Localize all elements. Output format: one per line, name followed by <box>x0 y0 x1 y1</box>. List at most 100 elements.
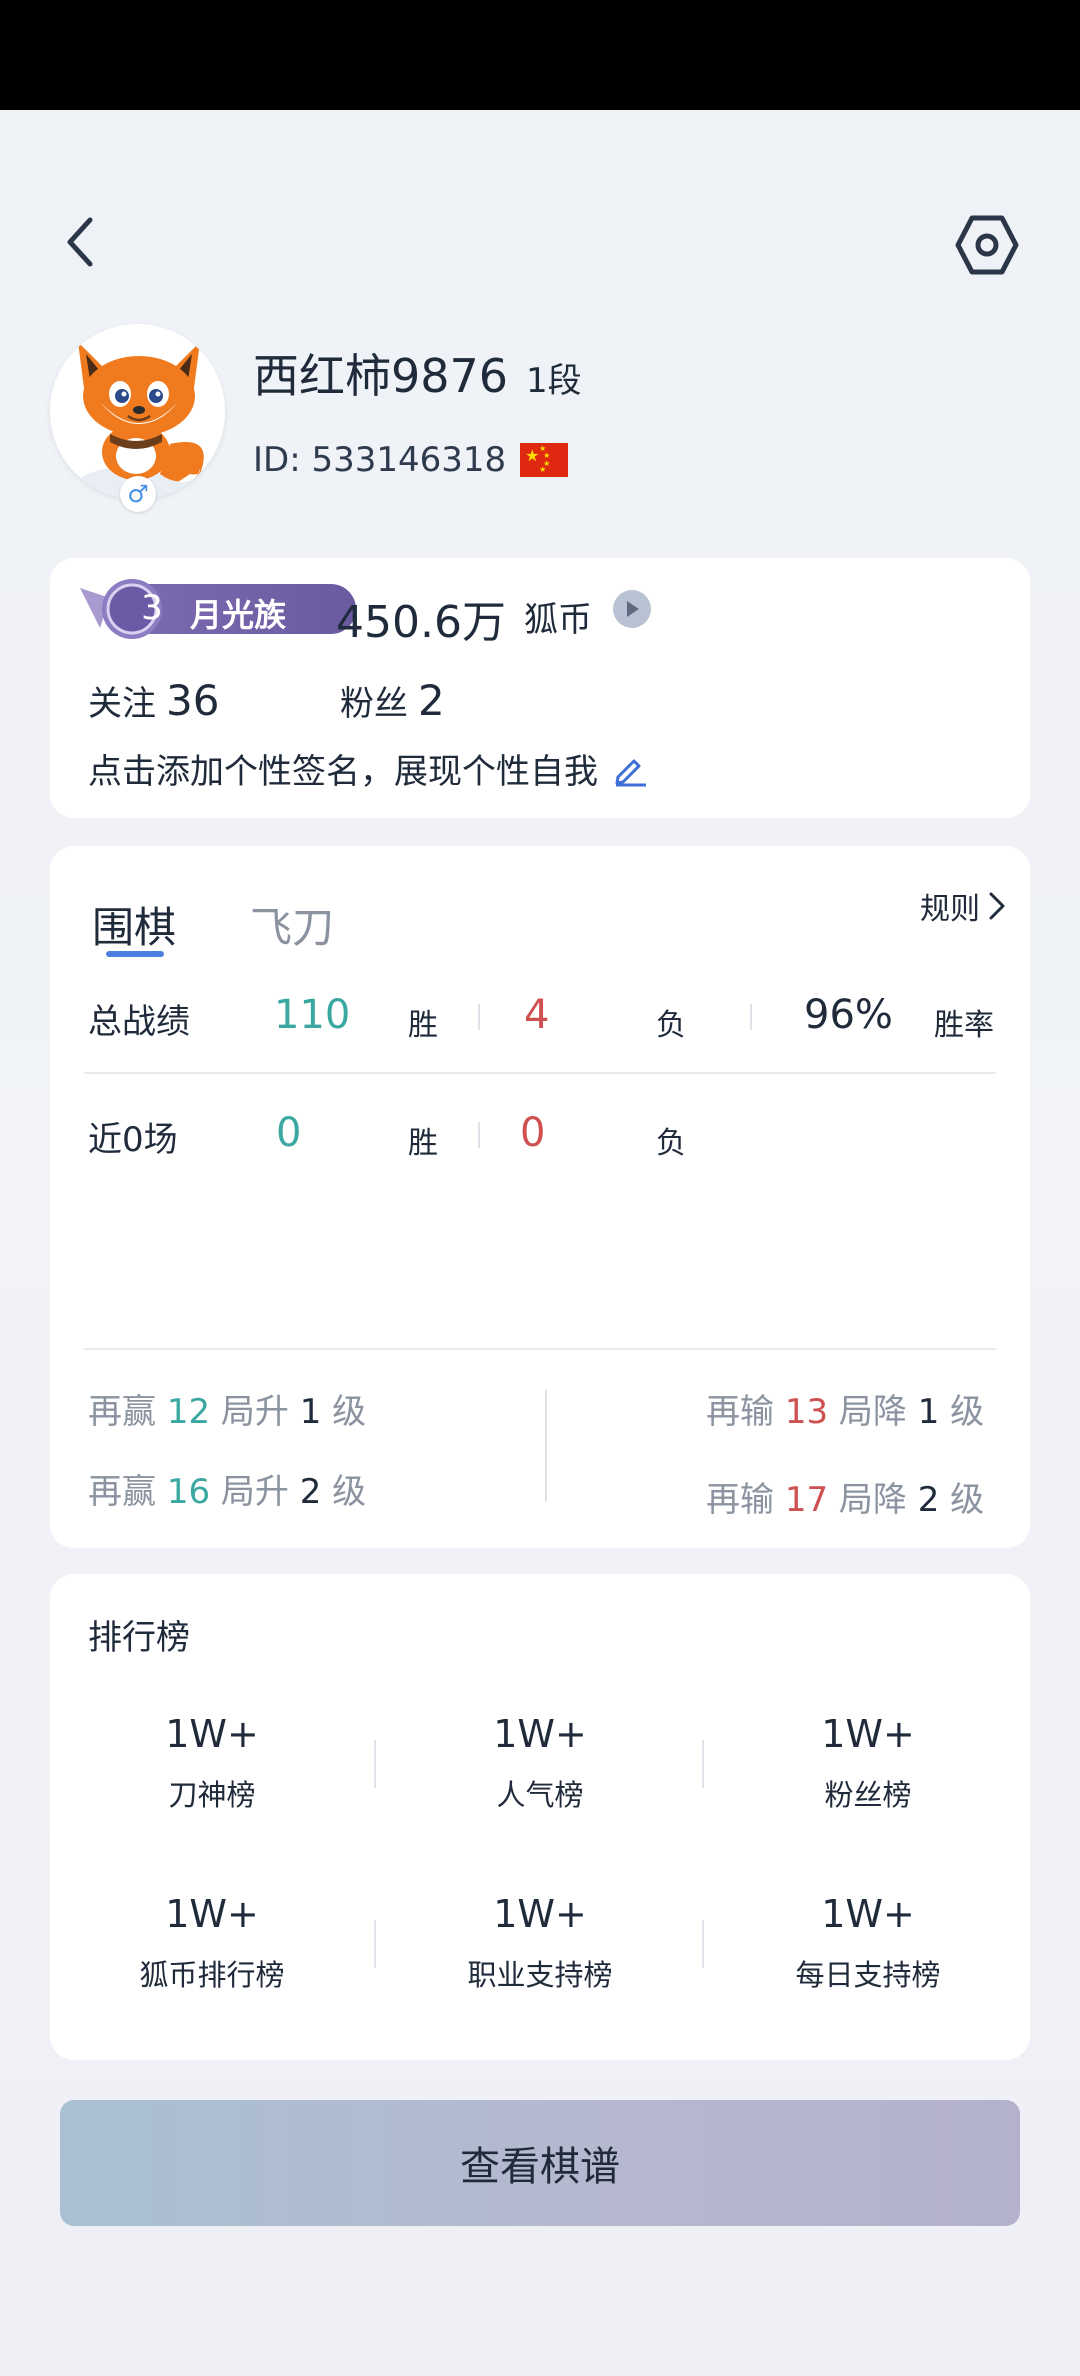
promo-count: 12 <box>166 1392 211 1432</box>
pencil-icon <box>615 759 646 786</box>
divider <box>750 1004 752 1030</box>
user-id-line: ID: 533146318 ★ ★ ★ ★ ★ <box>253 440 569 480</box>
coin-amount: 450.6万 <box>336 597 506 648</box>
chevron-left-icon <box>67 217 93 267</box>
leaderboard-value: 1W+ <box>821 1892 915 1936</box>
demotion-row-2: 再输 17 局降 2 级 <box>706 1472 984 1521</box>
active-tab-indicator <box>106 951 164 957</box>
fans-count: 2 <box>418 676 445 725</box>
rules-label: 规则 <box>920 892 980 927</box>
follow-stat[interactable]: 关注 36 <box>88 676 219 725</box>
leaderboard-item[interactable]: 1W+ 职业支持榜 <box>440 1892 640 1994</box>
recent-win-label: 胜 <box>408 1126 438 1161</box>
play-arrow-icon <box>627 601 639 617</box>
demo-prefix: 再输 <box>706 1392 774 1432</box>
recent-record-label: 近0场 <box>88 1120 178 1160</box>
fans-label: 粉丝 <box>340 684 408 724</box>
fans-stat[interactable]: 粉丝 2 <box>340 676 445 725</box>
avatar[interactable]: ♂ <box>50 324 225 512</box>
view-game-records-button[interactable]: 查看棋谱 <box>60 2100 1020 2226</box>
leaderboard-label: 每日支持榜 <box>795 1958 941 1992</box>
divider <box>478 1004 480 1030</box>
total-win-label: 胜 <box>408 1008 438 1043</box>
leaderboard-item[interactable]: 1W+ 每日支持榜 <box>768 1892 968 1994</box>
male-symbol-icon: ♂ <box>120 476 156 512</box>
divider <box>374 1740 376 1788</box>
level-number: 3 <box>141 588 163 628</box>
demo-mid: 局降 <box>838 1392 907 1432</box>
leaderboard-value: 1W+ <box>165 1712 259 1756</box>
fox-avatar-icon <box>50 324 225 499</box>
level-name: 月光族 <box>190 596 287 634</box>
coin-label: 狐币 <box>524 600 592 640</box>
signature-prompt: 点击添加个性签名，展现个性自我 <box>88 752 598 792</box>
promo-count: 16 <box>166 1472 211 1512</box>
tab-weiqi[interactable]: 围棋 <box>92 894 176 955</box>
promo-prefix: 再赢 <box>88 1472 156 1512</box>
demo-level: 1 <box>917 1392 940 1432</box>
coin-detail-button[interactable] <box>613 590 651 628</box>
rules-link[interactable]: 规则 <box>920 884 1006 928</box>
rank-tag: 1段 <box>526 361 582 401</box>
leaderboard-item[interactable]: 1W+ 狐币排行榜 <box>112 1892 312 1994</box>
chevron-right-icon <box>989 892 1005 920</box>
recent-wins: 0 <box>276 1110 302 1156</box>
total-wins: 110 <box>274 992 351 1038</box>
divider <box>84 1072 996 1074</box>
leaderboard-label: 职业支持榜 <box>467 1958 613 1992</box>
leaderboard-item[interactable]: 1W+ 人气榜 <box>440 1712 640 1814</box>
leaderboard-item[interactable]: 1W+ 粉丝榜 <box>768 1712 968 1814</box>
total-loss-label: 负 <box>656 1008 686 1043</box>
promo-suffix: 级 <box>332 1472 367 1512</box>
demo-count: 17 <box>784 1480 829 1520</box>
user-id: ID: 533146318 <box>253 440 507 480</box>
promo-level: 2 <box>299 1472 322 1512</box>
divider <box>478 1122 480 1148</box>
leaderboard-label: 刀神榜 <box>168 1778 256 1812</box>
promotion-row-2: 再赢 16 局升 2 级 <box>88 1464 366 1513</box>
promo-level: 1 <box>299 1392 322 1432</box>
username: 西红柿9876 <box>253 349 509 403</box>
status-bar <box>0 0 1080 110</box>
leaderboard-item[interactable]: 1W+ 刀神榜 <box>112 1712 312 1814</box>
leaderboard-label: 狐币排行榜 <box>139 1958 285 1992</box>
divider <box>84 1348 996 1350</box>
follow-count: 36 <box>166 676 220 725</box>
divider <box>702 1740 704 1788</box>
leaderboard-card: 排行榜 1W+ 刀神榜 1W+ 人气榜 1W+ 粉丝榜 1W+ 狐币排行榜 1W… <box>50 1574 1030 2060</box>
leaderboard-value: 1W+ <box>821 1712 915 1756</box>
leaderboard-label: 粉丝榜 <box>824 1778 912 1812</box>
leaderboard-value: 1W+ <box>493 1892 587 1936</box>
total-record-label: 总战绩 <box>88 1002 190 1042</box>
recent-loss-label: 负 <box>656 1126 686 1161</box>
demo-mid: 局降 <box>838 1480 907 1520</box>
divider <box>545 1390 547 1502</box>
demo-suffix: 级 <box>950 1480 985 1520</box>
back-button[interactable] <box>50 212 110 272</box>
demo-level: 2 <box>917 1480 940 1520</box>
leaderboard-title: 排行榜 <box>88 1618 190 1658</box>
promo-suffix: 级 <box>332 1392 367 1432</box>
follow-label: 关注 <box>88 684 156 724</box>
demotion-row-1: 再输 13 局降 1 级 <box>706 1384 984 1433</box>
divider <box>374 1920 376 1968</box>
win-rate: 96% <box>804 992 893 1038</box>
record-card: 围棋 飞刀 规则 总战绩 110 胜 4 负 96% 胜率 近0场 0 胜 0 … <box>50 846 1030 1548</box>
demo-suffix: 级 <box>950 1392 985 1432</box>
hexagon-settings-icon <box>955 215 1019 275</box>
demo-count: 13 <box>784 1392 829 1432</box>
total-losses: 4 <box>524 992 550 1038</box>
demo-prefix: 再输 <box>706 1480 774 1520</box>
recent-losses: 0 <box>520 1110 546 1156</box>
promo-mid: 局升 <box>220 1392 289 1432</box>
signature-edit[interactable]: 点击添加个性签名，展现个性自我 <box>88 744 648 793</box>
tab-feidao[interactable]: 飞刀 <box>250 894 334 955</box>
china-flag-icon: ★ ★ ★ ★ ★ <box>520 443 569 477</box>
leaderboard-value: 1W+ <box>493 1712 587 1756</box>
win-rate-label: 胜率 <box>934 1008 994 1043</box>
leaderboard-label: 人气榜 <box>496 1778 584 1812</box>
profile-summary-card: 3 月光族 450.6万 狐币 关注 36 粉丝 2 点击添加个性签名，展现个性自我 <box>50 558 1030 818</box>
promotion-row-1: 再赢 12 局升 1 级 <box>88 1384 366 1433</box>
leaderboard-value: 1W+ <box>165 1892 259 1936</box>
settings-button[interactable] <box>954 212 1020 278</box>
